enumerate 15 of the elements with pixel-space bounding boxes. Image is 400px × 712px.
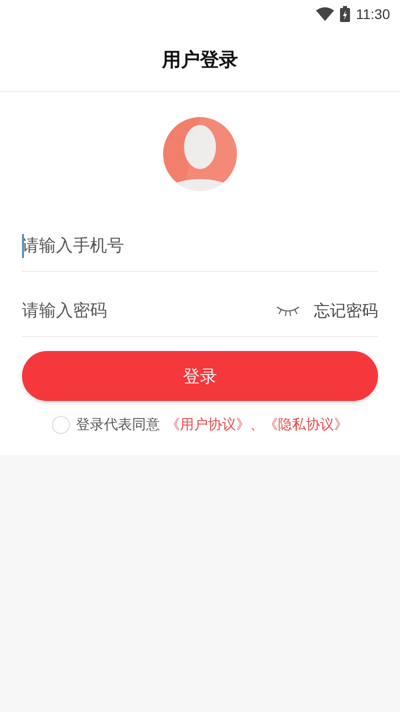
phone-field[interactable]: 请输入手机号 [22, 236, 378, 256]
login-button[interactable]: 登录 [22, 351, 378, 401]
forgot-password-link[interactable]: 忘记密码 [314, 300, 378, 322]
closed-eye-icon[interactable] [276, 305, 300, 317]
status-time: 11:30 [356, 6, 390, 22]
avatar-icon [163, 117, 237, 191]
agreement-link[interactable]: 《用户协议》 [166, 416, 250, 434]
agreement-link[interactable]: 《隐私协议》 [264, 416, 348, 434]
page-title: 用户登录 [162, 48, 238, 72]
separator-text: 、 [250, 416, 264, 434]
battery-icon [340, 6, 350, 22]
wifi-icon [316, 7, 334, 21]
password-field[interactable]: 请输入密码 [22, 301, 276, 321]
agreement-text: 登录代表同意 [76, 416, 160, 434]
agreement-checkbox[interactable] [52, 416, 70, 434]
